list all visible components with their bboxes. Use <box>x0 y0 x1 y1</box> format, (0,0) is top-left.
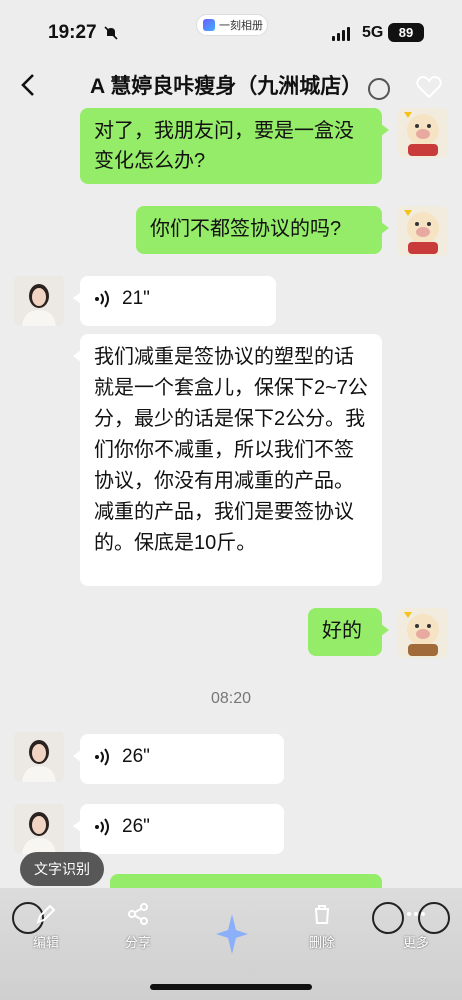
time-divider: 08:20 <box>210 690 252 707</box>
text-recognition-button[interactable]: 文字识别 <box>20 852 104 886</box>
album-app-icon <box>203 19 215 31</box>
ai-sparkle-icon[interactable] <box>214 912 250 956</box>
woman-avatar-icon <box>14 276 64 326</box>
message-bubble-sent[interactable]: 你们不都签协议的吗? <box>136 206 389 254</box>
voice-message[interactable]: 21" <box>73 276 276 326</box>
more-label: 更多 <box>402 935 429 950</box>
avatar-self[interactable] <box>398 206 448 256</box>
message-bubble-sent[interactable] <box>110 874 389 902</box>
voice-duration: 26" <box>122 746 150 767</box>
voice-duration: 26" <box>122 816 150 837</box>
voice-wave-icon <box>95 290 109 308</box>
delete-label: 删除 <box>308 935 335 950</box>
message-text: 好的 <box>322 620 362 642</box>
edit-label: 编辑 <box>32 935 59 950</box>
message-text: 对了，我朋友问，要是一盒没变化怎么办? <box>94 120 354 172</box>
voice-wave-icon <box>95 748 109 766</box>
more-dots-icon <box>407 912 425 916</box>
avatar-self[interactable] <box>398 608 448 658</box>
more-button[interactable]: 更多 <box>386 902 446 951</box>
message-bubble-sent[interactable]: 对了，我朋友问，要是一盒没变化怎么办? <box>80 108 389 184</box>
share-label: 分享 <box>124 935 151 950</box>
status-time: 19:27 <box>48 22 97 43</box>
share-icon <box>128 903 148 925</box>
avatar-self[interactable] <box>398 108 448 158</box>
pig-avatar-icon <box>404 612 439 656</box>
status-bar: 19:27 一刻相册 5G 89 <box>0 0 462 62</box>
battery-icon: 89 <box>388 23 424 42</box>
message-bubble-sent[interactable]: 好的 <box>308 608 389 656</box>
album-pill-label: 一刻相册 <box>219 20 263 32</box>
signal-icon <box>332 27 350 41</box>
chat-title: A 慧婷良咔瘦身（九洲城店） <box>90 75 363 98</box>
avatar-contact[interactable] <box>14 804 64 854</box>
edit-button[interactable]: 编辑 <box>16 902 76 951</box>
message-bubble-received[interactable]: 我们减重是签协议的塑型的话就是一个套盒儿，保保下2~7公分，最少的话是保下2公分… <box>73 334 382 586</box>
home-indicator <box>150 984 312 990</box>
voice-message[interactable]: 26" <box>73 804 284 854</box>
pig-avatar-icon <box>404 210 439 254</box>
network-type: 5G <box>362 24 384 41</box>
woman-avatar-icon <box>14 732 64 782</box>
voice-message[interactable]: 26" <box>73 734 284 784</box>
avatar-contact[interactable] <box>14 276 64 326</box>
mute-icon <box>104 26 118 40</box>
edit-pen-icon <box>36 904 56 924</box>
message-text: 你们不都签协议的吗? <box>150 218 342 240</box>
woman-avatar-icon <box>14 804 64 854</box>
face-icon[interactable] <box>368 78 390 100</box>
chat-header: A 慧婷良咔瘦身（九洲城店） <box>0 62 462 108</box>
back-chevron-icon[interactable] <box>14 70 44 100</box>
share-button[interactable]: 分享 <box>108 902 168 951</box>
delete-button[interactable]: 删除 <box>292 902 352 951</box>
trash-icon <box>315 905 329 924</box>
album-pill[interactable]: 一刻相册 <box>196 14 268 36</box>
avatar-contact[interactable] <box>14 732 64 782</box>
voice-wave-icon <box>95 818 109 836</box>
pig-avatar-icon <box>404 112 439 156</box>
heart-icon[interactable] <box>414 72 444 102</box>
voice-duration: 21" <box>122 288 150 309</box>
message-text: 我们减重是签协议的塑型的话就是一个套盒儿，保保下2~7公分，最少的话是保下2公分… <box>94 346 368 554</box>
